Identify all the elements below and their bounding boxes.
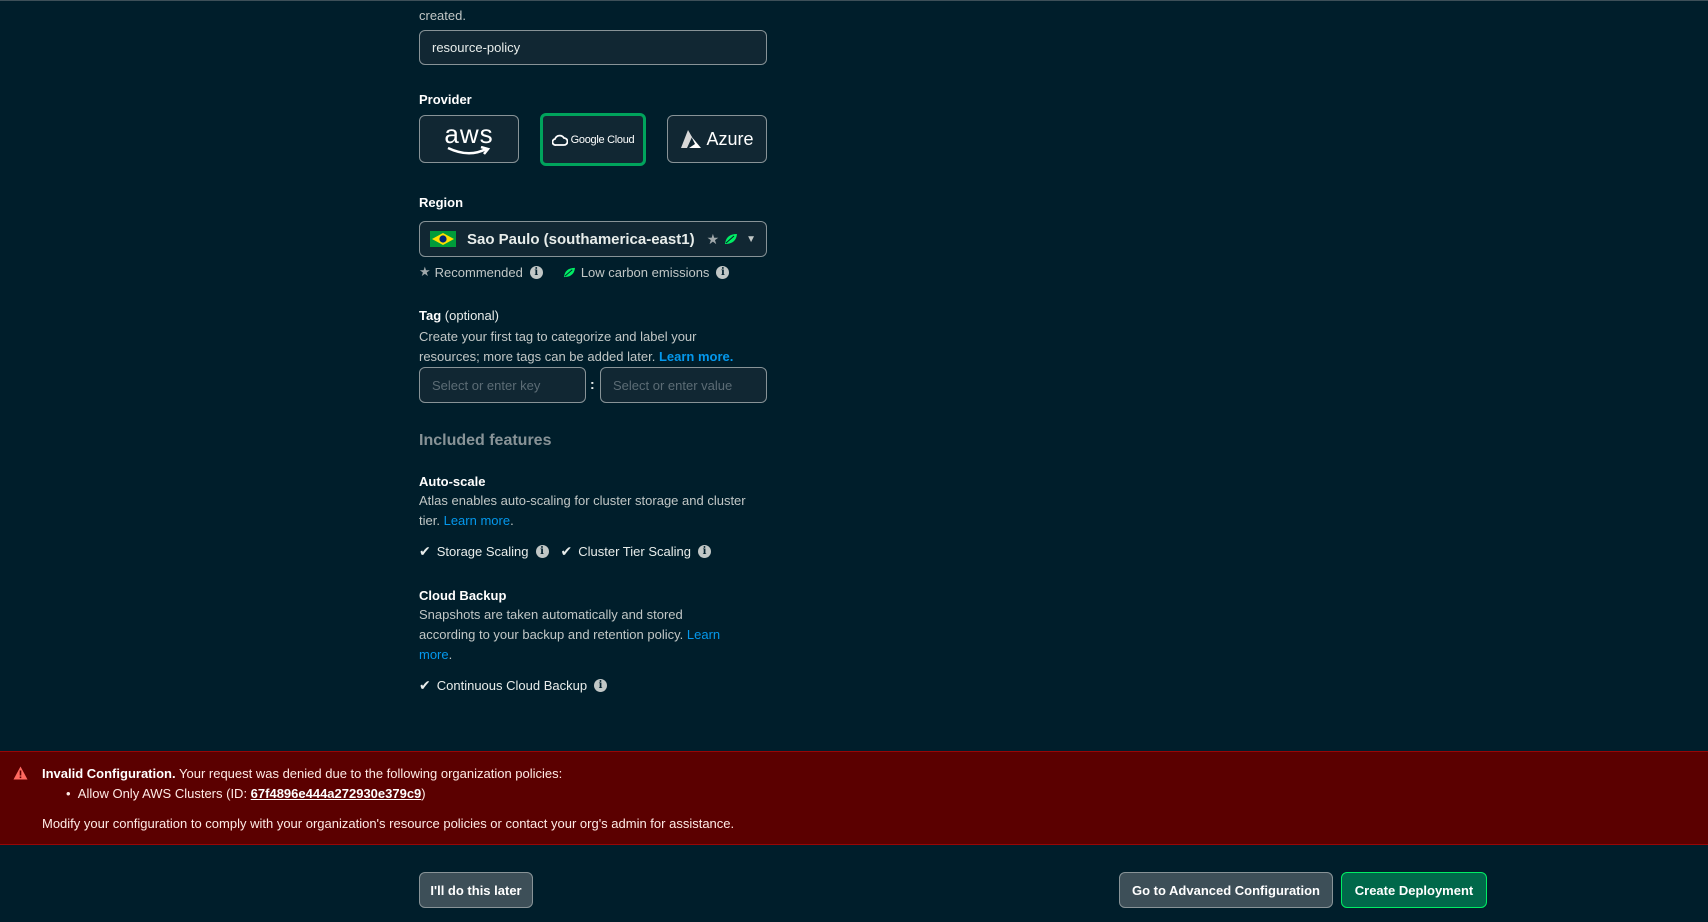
region-label: Region — [419, 195, 464, 210]
provider-gcp-button[interactable]: Google Cloud — [540, 113, 646, 166]
error-banner: Invalid Configuration. Your request was … — [0, 751, 1708, 845]
autoscale-description: Atlas enables auto-scaling for cluster s… — [419, 491, 749, 531]
advanced-configuration-button[interactable]: Go to Advanced Configuration — [1119, 872, 1333, 908]
check-icon: ✔ — [419, 677, 431, 693]
recommended-label: Recommended — [434, 264, 523, 280]
policy-id-link[interactable]: 67f4896e444a272930e379c9 — [251, 786, 422, 801]
storage-scaling-label: Storage Scaling — [436, 544, 529, 559]
error-headline: Invalid Configuration. Your request was … — [42, 766, 562, 781]
cloud-backup-title: Cloud Backup — [419, 588, 507, 603]
check-icon: ✔ — [419, 543, 431, 559]
policy-suffix: ) — [421, 786, 426, 801]
tag-label: Tag — [419, 308, 442, 323]
cluster-name-input[interactable]: resource-policy — [419, 30, 767, 65]
chevron-down-icon: ▼ — [746, 233, 756, 245]
storage-scaling-info-icon[interactable]: i — [535, 545, 549, 558]
tag-description-text: Create your first tag to categorize and … — [419, 329, 697, 364]
create-deployment-button[interactable]: Create Deployment — [1341, 872, 1487, 908]
autoscale-features: ✔ Storage Scaling i ✔ Cluster Tier Scali… — [419, 543, 767, 560]
bullet: • — [66, 786, 78, 801]
recommended-info-icon[interactable]: i — [529, 265, 543, 279]
included-features-heading: Included features — [419, 432, 552, 449]
cloud-backup-period: . — [448, 647, 453, 662]
google-cloud-label: Google Cloud — [570, 133, 635, 146]
continuous-backup-label: Continuous Cloud Backup — [436, 678, 588, 693]
warning-icon — [13, 766, 28, 780]
google-cloud-icon — [551, 134, 568, 146]
policy-name: Allow Only AWS Clusters (ID: — [77, 786, 251, 801]
tag-key-placeholder: Select or enter key — [432, 377, 541, 393]
autoscale-title: Auto-scale — [419, 474, 486, 489]
tag-learn-more-link[interactable]: Learn more. — [659, 349, 733, 364]
tag-separator: : — [590, 376, 595, 392]
provider-aws-button[interactable]: aws — [419, 115, 519, 163]
recommended-star-icon: ★ — [706, 230, 720, 247]
low-carbon-info-icon[interactable]: i — [716, 265, 730, 279]
check-icon: ✔ — [560, 543, 573, 559]
do-later-button[interactable]: I'll do this later — [419, 872, 533, 908]
top-divider — [0, 0, 1708, 1]
tag-key-input[interactable]: Select or enter key — [419, 367, 586, 403]
cloud-backup-description-text: Snapshots are taken automatically and st… — [419, 607, 684, 642]
cluster-name-help: created. — [419, 8, 466, 23]
cloud-backup-features: ✔ Continuous Cloud Backup i — [419, 677, 767, 694]
tag-value-placeholder: Select or enter value — [613, 377, 733, 393]
tag-heading: Tag (optional) — [419, 308, 767, 323]
region-selected-value: Sao Paulo (southamerica-east1) — [467, 230, 695, 248]
azure-logo-icon — [681, 130, 702, 148]
azure-label: Azure — [706, 128, 754, 149]
error-title: Invalid Configuration. — [42, 766, 176, 781]
continuous-backup-info-icon[interactable]: i — [594, 679, 608, 692]
provider-label: Provider — [419, 92, 472, 107]
error-message: Your request was denied due to the follo… — [179, 766, 563, 781]
cluster-tier-scaling-info-icon[interactable]: i — [697, 545, 711, 558]
autoscale-period: . — [510, 513, 514, 528]
tag-optional: (optional) — [444, 308, 499, 323]
policy-list-item: • Allow Only AWS Clusters (ID: 67f4896e4… — [66, 786, 426, 801]
tag-description: Create your first tag to categorize and … — [419, 327, 759, 367]
cluster-tier-scaling-label: Cluster Tier Scaling — [578, 544, 691, 559]
region-select[interactable]: Sao Paulo (southamerica-east1) ★ ▼ — [419, 221, 767, 257]
low-carbon-label: Low carbon emissions — [580, 264, 710, 280]
provider-azure-button[interactable]: Azure — [667, 115, 767, 163]
region-legend: ★ Recommended i Low carbon emissions i — [419, 264, 767, 280]
autoscale-learn-more-link[interactable]: Learn more — [444, 513, 510, 528]
leaf-icon — [725, 234, 738, 244]
tag-value-input[interactable]: Select or enter value — [600, 367, 767, 403]
error-footer: Modify your configuration to comply with… — [42, 816, 735, 831]
aws-logo-icon: aws — [444, 121, 493, 156]
leaf-icon — [563, 267, 575, 277]
brazil-flag-icon — [430, 231, 456, 247]
cloud-backup-description: Snapshots are taken automatically and st… — [419, 605, 729, 665]
star-icon: ★ — [419, 264, 431, 279]
